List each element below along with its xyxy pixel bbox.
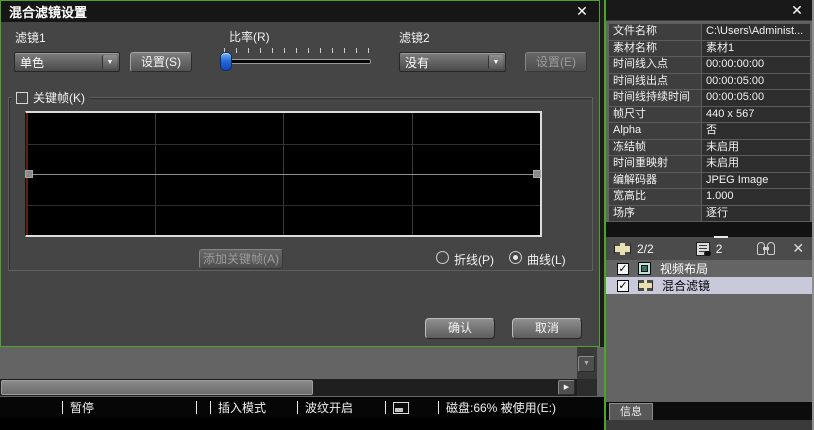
keyframe-legend: 关键帧(K) [12, 89, 89, 106]
dialog-titlebar[interactable]: 混合滤镜设置 [1, 1, 599, 22]
curve-radio[interactable] [509, 251, 522, 264]
table-row: 时间线出点 00:00:05:00 [609, 73, 810, 90]
keyframe-curve-area[interactable] [25, 111, 542, 237]
status-disk: 磁盘:66% 被使用(E:) [438, 397, 556, 418]
filter1-settings-button[interactable]: 设置(S) [130, 52, 192, 72]
ratio-slider-thumb[interactable] [220, 52, 232, 71]
panel-tabstrip: 信息 [606, 402, 812, 420]
binoculars-icon[interactable] [756, 241, 776, 256]
panel-divider [606, 222, 812, 237]
curve-right-handle[interactable] [533, 170, 541, 178]
video-layout-icon [638, 262, 651, 275]
list-item-selected[interactable]: ✓ 混合滤镜 [606, 277, 812, 294]
dialog-title: 混合滤镜设置 [9, 5, 88, 20]
polyline-radio-label[interactable]: 折线(P) [454, 251, 494, 268]
ratio-slider-ticks [224, 48, 371, 53]
filmstrip-icon [638, 280, 653, 291]
table-row: 时间线入点 00:00:00:00 [609, 57, 810, 74]
timeline-window-bottom: ▼ ▶ 暂停 插入模式 波纹开启 磁盘:66% 被使用(E:) [0, 347, 604, 430]
curve-radio-label[interactable]: 曲线(L) [527, 251, 566, 268]
filter2-dropdown-value: 没有 [405, 55, 430, 70]
ratio-label: 比率(R) [229, 30, 270, 44]
list-count: 2 [715, 241, 723, 256]
table-row: 文件名称 C:\Users\Administ... [609, 24, 810, 41]
filter2-dropdown[interactable]: 没有 ▼ [399, 52, 506, 72]
keyframe-value-line[interactable] [26, 174, 540, 175]
filmstrip-icon [614, 242, 631, 255]
delete-filter-icon[interactable]: ✕ [792, 240, 804, 257]
chevron-down-icon[interactable]: ▼ [488, 55, 503, 69]
filter-list-icon[interactable] [695, 241, 711, 256]
table-row: 冻结帧 未启用 [609, 139, 810, 156]
table-row: Alpha 否 [609, 123, 810, 140]
table-row: 宽高比 1.000 [609, 189, 810, 206]
table-row: 时间重映射 未启用 [609, 156, 810, 173]
filter2-settings-button[interactable]: 设置(E) [525, 52, 587, 72]
scroll-right-icon[interactable]: ▶ [558, 380, 575, 395]
scroll-down-icon[interactable]: ▼ [578, 356, 595, 372]
applied-filter-list: ✓ 视频布局 ✓ 混合滤镜 [606, 260, 812, 294]
information-panel: ✕ 文件名称 C:\Users\Administ... 素材名称 素材1 时间线入点… [604, 0, 814, 430]
tab-information[interactable]: 信息 [609, 403, 653, 420]
keyframe-label: 关键帧(K) [33, 91, 85, 105]
list-count-overline [713, 235, 728, 238]
table-row: 编解码器 JPEG Image [609, 172, 810, 189]
blend-filter-dialog: 混合滤镜设置 ✕ 滤镜1 比率(R) 滤镜2 单色 ▼ 设置(S) 没有 ▼ 设… [0, 0, 600, 347]
filter-enabled-checkbox[interactable]: ✓ [617, 262, 629, 275]
keyframe-checkbox[interactable] [16, 91, 28, 104]
table-row: 素材名称 素材1 [609, 40, 810, 57]
filter-count: 2/2 [637, 241, 654, 256]
chevron-down-icon[interactable]: ▼ [102, 55, 117, 69]
horizontal-scrollbar-thumb[interactable] [1, 380, 313, 395]
filter1-dropdown[interactable]: 单色 ▼ [14, 52, 120, 72]
clip-properties-table: 文件名称 C:\Users\Administ... 素材名称 素材1 时间线入点 00… [609, 23, 810, 222]
status-pause: 暂停 [62, 397, 94, 418]
filter2-label: 滤镜2 [399, 31, 430, 45]
status-ripple[interactable]: 波纹开启 [297, 397, 353, 418]
cancel-button[interactable]: 取消 [512, 318, 582, 339]
status-bar: 暂停 插入模式 波纹开启 磁盘:66% 被使用(E:) [0, 397, 604, 418]
filter-toolbar: 2/2 2 ✕ [606, 235, 812, 260]
monitor-icon [393, 401, 409, 414]
table-row: 帧尺寸 440 x 567 [609, 106, 810, 123]
confirm-button[interactable]: 确认 [425, 318, 495, 339]
panel-titlebar[interactable]: ✕ [606, 0, 812, 21]
status-insert-mode[interactable]: 插入模式 [210, 397, 266, 418]
add-keyframe-button[interactable]: 添加关键帧(A) [199, 249, 283, 269]
panel-bottom-edge [606, 420, 812, 430]
status-separator [196, 397, 197, 418]
close-icon[interactable]: ✕ [788, 2, 806, 19]
curve-left-handle[interactable] [25, 170, 33, 178]
list-item[interactable]: ✓ 视频布局 [606, 260, 812, 277]
filter1-dropdown-value: 单色 [20, 55, 45, 70]
filter-enabled-checkbox[interactable]: ✓ [617, 279, 629, 292]
close-icon[interactable]: ✕ [573, 3, 591, 20]
window-bottom-edge [0, 418, 604, 430]
polyline-radio[interactable] [436, 251, 449, 264]
ratio-slider-track[interactable] [223, 59, 371, 64]
filter1-label: 滤镜1 [15, 31, 46, 45]
scrollbar-corner [577, 379, 597, 396]
status-monitor [385, 397, 409, 418]
table-row: 时间线持续时间 00:00:05:00 [609, 90, 810, 107]
table-row: 场序 逐行 [609, 205, 810, 222]
